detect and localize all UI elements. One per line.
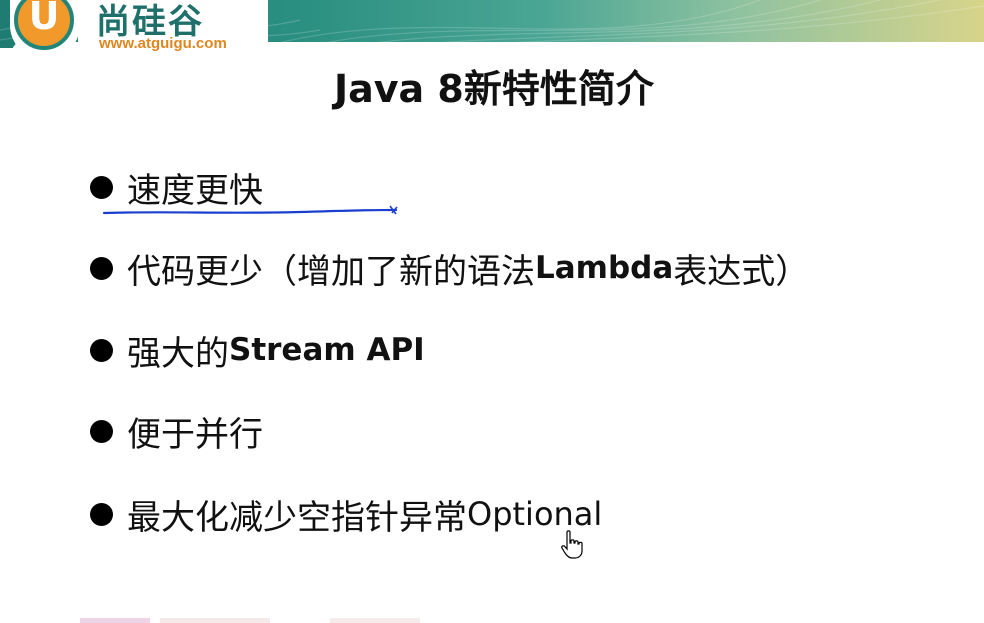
slide: U 尚硅谷 www.atguigu.com Java 8新特性简介 速度更快 代… [0,0,984,623]
bullet-text: 代码更少（增加了新的语法 [127,251,535,292]
logo-url: www.atguigu.com [99,35,227,52]
bullet-text: 便于并行 [127,414,263,455]
clipped-text-fragment [80,618,420,623]
bullet-text: 速度更快 [127,170,263,211]
bullet-dot-icon [90,256,113,280]
bullet-keyword: Stream API [229,332,425,368]
bullet-text-after: 表达式） [673,251,810,292]
bullet-dot-icon [90,419,113,443]
bullet-optional: 最大化减少空指针异常 Optional [90,489,602,539]
slide-title: Java 8新特性简介 [334,67,654,111]
bullet-parallel: 便于并行 [90,406,263,456]
bullet-dot-icon [90,502,113,526]
bullet-text: 强大的 [127,333,229,374]
logo-mark: U [28,0,60,38]
bullet-dot-icon [90,175,113,199]
bullet-keyword: Lambda [535,250,674,286]
bullet-less-code: 代码更少（增加了新的语法 Lambda 表达式） [90,243,809,293]
bullet-text: 最大化减少空指针异常 [127,497,467,538]
bullet-keyword: Optional [467,495,603,533]
bullet-stream-api: 强大的 Stream API [90,325,425,375]
hand-pointer-icon [561,530,583,559]
bullet-dot-icon [90,338,113,362]
bullet-speed: 速度更快 [90,162,263,212]
